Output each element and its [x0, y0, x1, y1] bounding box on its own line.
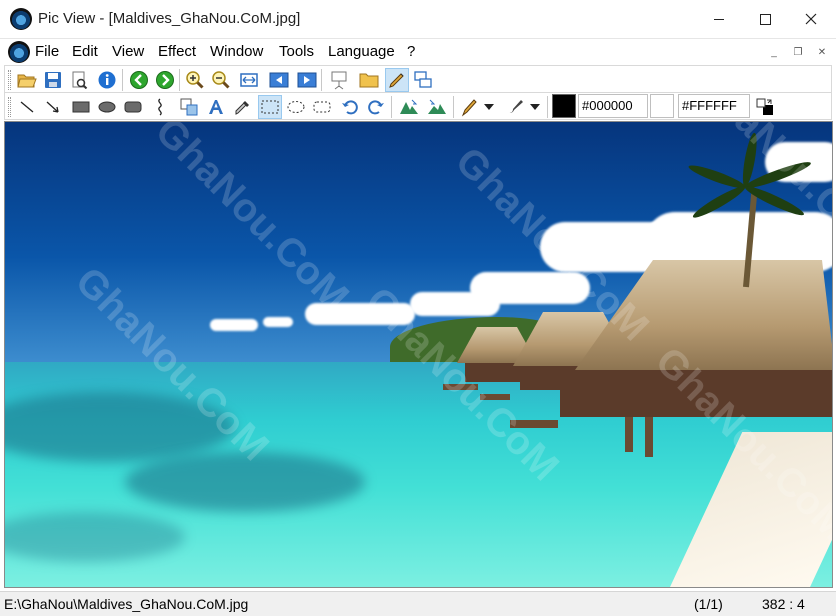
brush-icon[interactable]	[503, 95, 527, 119]
next-icon[interactable]	[153, 68, 177, 92]
toolbar-separator	[391, 96, 392, 118]
rect-select-icon[interactable]	[258, 95, 282, 119]
text-icon[interactable]	[204, 95, 228, 119]
photo-pier	[443, 384, 478, 390]
menu-language[interactable]: Language	[328, 43, 395, 60]
mdi-close-button[interactable]: ✕	[812, 43, 832, 61]
windows-icon[interactable]	[411, 68, 435, 92]
status-file-path: E:\GhaNou\Maldives_GhaNou.CoM.jpg	[4, 596, 249, 612]
info-icon[interactable]	[95, 68, 119, 92]
app-eye-icon[interactable]	[10, 8, 32, 30]
undo-icon[interactable]	[338, 95, 362, 119]
menu-tools[interactable]: Tools	[279, 43, 314, 60]
flip-vertical-icon[interactable]	[425, 95, 449, 119]
swap-colors-icon[interactable]	[753, 95, 777, 119]
rounded-select-icon[interactable]	[310, 95, 334, 119]
draw-mode-icon[interactable]	[385, 68, 409, 92]
photo-cloud	[210, 319, 258, 331]
brush-dropdown-chevron-icon[interactable]	[527, 95, 543, 119]
toolbar-separator	[321, 69, 322, 91]
status-bar: E:\GhaNou\Maldives_GhaNou.CoM.jpg (1/1) …	[0, 591, 836, 616]
toolbar-separator	[453, 96, 454, 118]
photo-hut-stilt	[625, 417, 633, 452]
toolbar-separator	[547, 96, 548, 118]
toolbar-grip[interactable]	[8, 97, 11, 117]
photo-pier	[480, 394, 510, 400]
browse-folder-icon[interactable]	[357, 68, 381, 92]
toolbar-separator	[179, 69, 180, 91]
slideshow-icon[interactable]	[327, 68, 351, 92]
status-image-index: (1/1)	[694, 596, 723, 612]
toolbar-separator	[122, 69, 123, 91]
menu-window[interactable]: Window	[210, 43, 263, 60]
last-image-icon[interactable]	[295, 68, 319, 92]
rounded-rect-icon[interactable]	[121, 95, 145, 119]
document-eye-icon[interactable]	[8, 41, 30, 63]
save-icon[interactable]	[41, 68, 65, 92]
menu-effect[interactable]: Effect	[158, 43, 196, 60]
menu-help[interactable]: ?	[407, 43, 415, 60]
first-image-icon[interactable]	[267, 68, 291, 92]
freehand-icon[interactable]	[148, 95, 172, 119]
fit-width-icon[interactable]	[237, 68, 261, 92]
zoom-in-icon[interactable]	[183, 68, 207, 92]
drawing-toolbar: #000000 #FFFFFF	[4, 92, 832, 120]
mdi-restore-button[interactable]: ❐	[788, 43, 808, 61]
open-folder-icon[interactable]	[15, 68, 39, 92]
ellipse-select-icon[interactable]	[284, 95, 308, 119]
main-toolbar	[4, 65, 832, 93]
status-coordinates: 382 : 4	[762, 596, 805, 612]
maximize-button[interactable]	[742, 0, 788, 38]
photo-hut	[560, 367, 832, 417]
minimize-button[interactable]	[696, 0, 742, 38]
rectangle-icon[interactable]	[69, 95, 93, 119]
pen-icon[interactable]	[457, 95, 481, 119]
pen-dropdown-chevron-icon[interactable]	[481, 95, 497, 119]
mdi-minimize-button[interactable]: _	[764, 43, 784, 61]
flip-horizontal-icon[interactable]	[397, 95, 421, 119]
close-icon	[805, 13, 817, 25]
menu-file[interactable]: File	[35, 43, 59, 60]
photo-cloud	[305, 303, 415, 325]
photo-reef	[125, 452, 365, 512]
image-viewport[interactable]: GhaNou.CoM GhaNou.CoM GhaNou.CoM GhaNou.…	[4, 121, 833, 588]
foreground-color-swatch[interactable]	[552, 94, 576, 118]
window-title: Pic View - [Maldives_GhaNou.CoM.jpg]	[38, 10, 301, 27]
minimize-icon	[714, 18, 724, 20]
menu-view[interactable]: View	[112, 43, 144, 60]
foreground-color-field[interactable]: #000000	[578, 94, 648, 118]
photo-cloud	[263, 317, 293, 327]
menu-bar: File Edit View Effect Window Tools Langu…	[0, 38, 836, 64]
toolbar-grip[interactable]	[8, 70, 11, 90]
photo-hut-stilt	[645, 417, 653, 457]
photo-cloud	[470, 272, 590, 304]
ellipse-icon[interactable]	[95, 95, 119, 119]
clone-icon[interactable]	[177, 95, 201, 119]
menu-edit[interactable]: Edit	[72, 43, 98, 60]
arrow-line-icon[interactable]	[41, 95, 65, 119]
eyedropper-icon[interactable]	[231, 95, 255, 119]
maximize-icon	[759, 13, 771, 25]
line-icon[interactable]	[15, 95, 39, 119]
redo-icon[interactable]	[364, 95, 388, 119]
photo-pier	[510, 420, 558, 428]
zoom-out-icon[interactable]	[209, 68, 233, 92]
print-preview-icon[interactable]	[67, 68, 91, 92]
title-bar: Pic View - [Maldives_GhaNou.CoM.jpg]	[0, 0, 836, 38]
background-color-swatch[interactable]	[650, 94, 674, 118]
previous-icon[interactable]	[127, 68, 151, 92]
background-color-field[interactable]: #FFFFFF	[678, 94, 750, 118]
close-button[interactable]	[788, 0, 834, 38]
